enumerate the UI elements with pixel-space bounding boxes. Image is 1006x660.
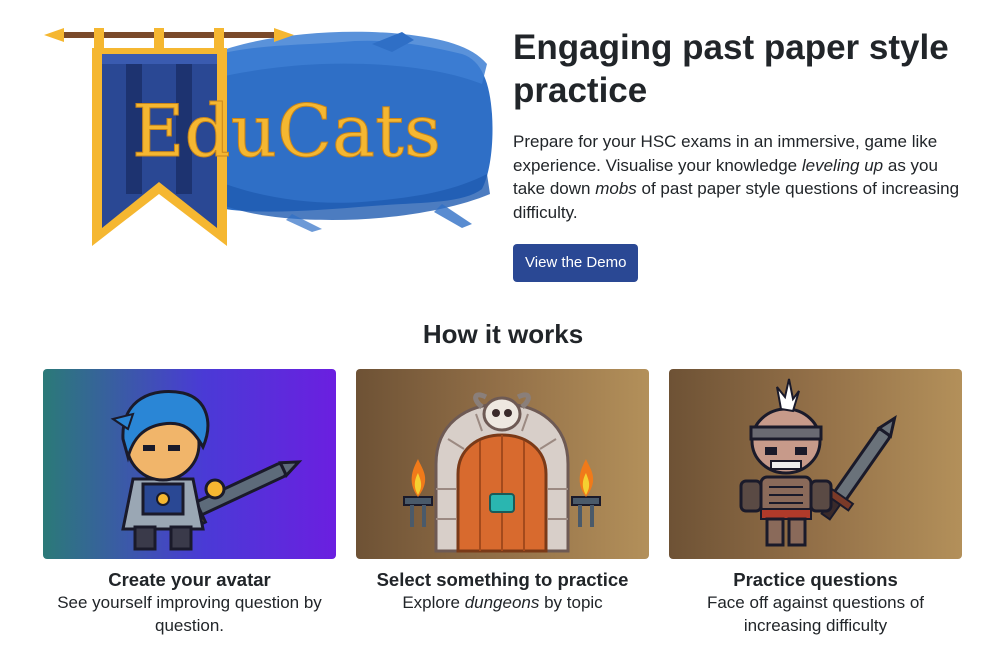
- text-segment: See yourself improving question by quest…: [57, 593, 322, 635]
- text-segment: by topic: [539, 593, 603, 612]
- view-demo-button[interactable]: View the Demo: [513, 244, 639, 282]
- card-title: Practice questions: [733, 569, 898, 590]
- how-it-works-title: How it works: [422, 319, 584, 349]
- knight-avatar-icon: [110, 390, 303, 551]
- emphasis-text: leveling up: [801, 155, 884, 175]
- card-image: [356, 369, 649, 559]
- logo-text: EduCats: [132, 89, 441, 173]
- card-image: [43, 369, 336, 559]
- card-create-avatar: Create your avatar See yourself improvin…: [43, 369, 336, 637]
- skeleton-warrior-icon: [739, 378, 897, 547]
- emphasis-text: dungeons: [464, 593, 540, 612]
- hero-description: Prepare for your HSC exams in an immersi…: [513, 130, 973, 224]
- card-description: Explore dungeons by topic: [356, 591, 649, 614]
- card-title: Create your avatar: [108, 569, 271, 590]
- card-image: [669, 369, 962, 559]
- text-segment: Explore: [402, 593, 465, 612]
- educats-logo: EduCats: [42, 24, 494, 252]
- card-description: Face off against questions of increasing…: [669, 591, 962, 637]
- hero-section: Engaging past paper style practice Prepa…: [513, 26, 973, 282]
- card-description: See yourself improving question by quest…: [43, 591, 336, 637]
- hero-title: Engaging past paper style practice: [513, 28, 949, 110]
- card-practice-questions: Practice questions Face off against ques…: [669, 369, 962, 637]
- card-select-practice: Select something to practice Explore dun…: [356, 369, 649, 614]
- text-segment: Face off against questions of increasing…: [706, 593, 925, 635]
- dungeon-door-icon: [403, 392, 601, 553]
- card-title: Select something to practice: [376, 569, 629, 590]
- emphasis-text: mobs: [595, 179, 637, 198]
